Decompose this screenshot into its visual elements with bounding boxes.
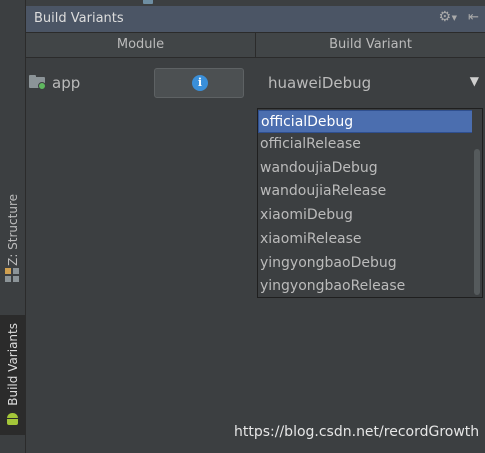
- build-variant-dropdown: officialDebug officialRelease wandoujiaD…: [257, 108, 483, 298]
- panel-title-bar: Build Variants ⚙ ▼ ⇤: [26, 6, 485, 33]
- dropdown-option[interactable]: yingyongbaoRelease: [258, 275, 473, 298]
- structure-icon: [5, 268, 20, 283]
- dropdown-option[interactable]: xiaomiRelease: [258, 228, 473, 251]
- dropdown-option[interactable]: xiaomiDebug: [258, 204, 473, 227]
- panel-title: Build Variants: [34, 11, 124, 26]
- pin-hide-icon[interactable]: ⇤: [468, 10, 479, 25]
- dropdown-scrollbar[interactable]: [472, 109, 482, 297]
- module-info-button[interactable]: i: [154, 68, 244, 98]
- tab-build-variants-label: Build Variants: [5, 323, 20, 406]
- column-header-module[interactable]: Module: [26, 33, 256, 58]
- gear-icon[interactable]: ⚙: [438, 9, 451, 25]
- table-row[interactable]: app i huaweiDebug ▼: [26, 58, 485, 108]
- info-icon: i: [192, 75, 208, 91]
- dropdown-option[interactable]: wandoujiaDebug: [258, 157, 473, 180]
- tab-structure-label: Z: Structure: [5, 194, 20, 266]
- folder-icon: [143, 0, 153, 4]
- chevron-down-icon[interactable]: ▼: [452, 14, 457, 22]
- module-name: app: [52, 74, 81, 92]
- tab-build-variants[interactable]: Build Variants: [0, 315, 25, 435]
- tab-structure[interactable]: Z: Structure: [0, 190, 25, 290]
- dropdown-option[interactable]: yingyongbaoDebug: [258, 252, 473, 275]
- column-header-build-variant[interactable]: Build Variant: [256, 33, 485, 58]
- build-variant-value: huaweiDebug: [268, 74, 372, 92]
- android-icon: [6, 413, 19, 426]
- dropdown-option[interactable]: officialDebug: [258, 110, 473, 133]
- chevron-down-icon[interactable]: ▼: [470, 74, 479, 88]
- dropdown-option[interactable]: wandoujiaRelease: [258, 180, 473, 203]
- dropdown-option[interactable]: officialRelease: [258, 133, 473, 156]
- left-tool-strip: Z: Structure Build Variants: [0, 0, 26, 453]
- module-folder-icon: [29, 75, 46, 90]
- watermark: https://blog.csdn.net/recordGrowth: [234, 424, 480, 440]
- build-variant-select[interactable]: huaweiDebug ▼: [268, 58, 485, 108]
- scrollbar-thumb[interactable]: [474, 149, 480, 295]
